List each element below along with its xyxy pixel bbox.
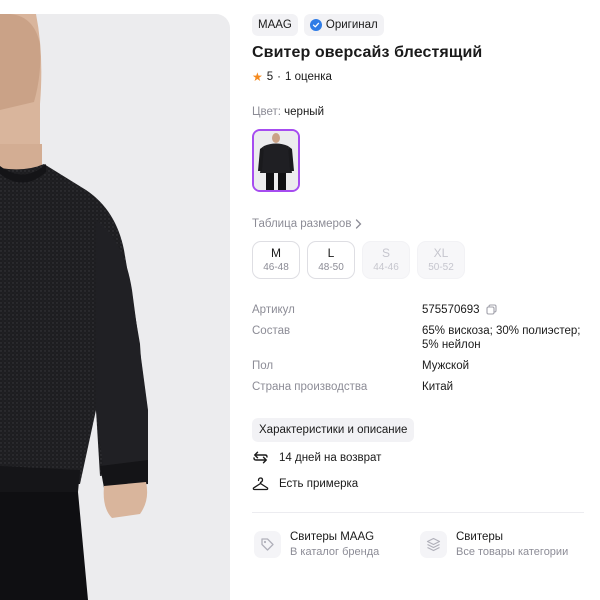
spec-row-gender: Пол Мужской [252,359,592,373]
size-label: L [327,246,335,260]
category-title: Свитеры [456,531,504,543]
size-selector: M 46-48 L 48-50 S 44-46 XL 50-52 [252,241,465,279]
spec-row-country: Страна производства Китай [252,380,592,394]
rating[interactable]: ★ 5 · 1 оценка [252,71,332,83]
size-label: S [381,246,390,260]
spec-value: Китай [422,381,454,393]
hanger-icon [252,477,269,491]
size-range: 46-48 [263,262,289,273]
size-range: 44-46 [373,262,399,273]
chevron-right-icon [356,219,362,229]
color-value: черный [284,106,324,118]
size-option-s: S 44-46 [362,241,410,279]
size-table-link[interactable]: Таблица размеров [252,218,362,230]
copy-icon[interactable] [486,304,497,315]
spec-key: Страна производства [252,381,368,393]
category-title: Свитеры MAAG [290,531,375,543]
verified-icon [309,19,322,31]
feature-fitting: Есть примерка [252,477,358,491]
rating-count: 1 оценка [285,71,332,83]
specs-list: Артикул 575570693 Состав 65% вискоза; 30… [252,303,592,401]
category-link-all[interactable]: Свитеры Все товары категории [420,530,568,559]
star-icon: ★ [252,70,263,84]
layers-icon [426,537,441,552]
category-link-brand[interactable]: Свитеры MAAG В каталог бренда [254,530,379,559]
original-label: Оригинал [325,19,378,31]
feature-return: 14 дней на возврат [252,450,381,465]
spec-key: Пол [252,360,274,372]
feature-text: 14 дней на возврат [279,451,382,464]
size-option-m[interactable]: M 46-48 [252,241,300,279]
category-subtitle: Все товары категории [456,546,569,558]
category-subtitle: В каталог бренда [290,546,380,558]
original-badge[interactable]: Оригинал [303,14,384,36]
spec-value: Мужской [422,360,470,372]
tag-icon-wrap [254,531,281,558]
spec-key: Артикул [252,304,295,316]
color-row: Цвет: черный [252,106,324,118]
product-photo[interactable] [0,14,230,600]
size-label: XL [433,246,449,260]
size-option-xl: XL 50-52 [417,241,465,279]
spec-value: 575570693 [422,303,587,317]
size-option-l[interactable]: L 48-50 [307,241,355,279]
return-arrows-icon [253,451,268,464]
brand-chip[interactable]: MAAG [252,14,298,36]
size-label: M [271,246,281,260]
color-swatch-black[interactable] [252,129,300,192]
size-table-label: Таблица размеров [252,218,352,230]
feature-text: Есть примерка [279,478,359,490]
tag-icon [261,538,274,551]
divider [252,512,584,513]
size-range: 50-52 [428,262,454,273]
layers-icon-wrap [420,531,447,558]
characteristics-button[interactable]: Характеристики и описание [252,418,415,442]
spec-row-article: Артикул 575570693 [252,303,592,317]
rating-score: 5 [266,71,274,83]
product-title: Свитер оверсайз блестящий [252,44,483,61]
article-number: 575570693 [422,304,480,316]
spec-key: Состав [252,325,291,337]
spec-value: 65% вискоза; 30% полиэстер; 5% нейлон [422,325,581,351]
rating-separator: · [277,71,282,83]
size-range: 48-50 [318,262,344,273]
brand-row: MAAG Оригинал [252,14,592,36]
product-info: MAAG Оригинал Свитер оверсайз блестящий … [252,14,592,491]
color-label: Цвет: [252,106,281,118]
spec-row-composition: Состав 65% вискоза; 30% полиэстер; 5% не… [252,324,592,352]
brand-name: MAAG [258,19,292,31]
